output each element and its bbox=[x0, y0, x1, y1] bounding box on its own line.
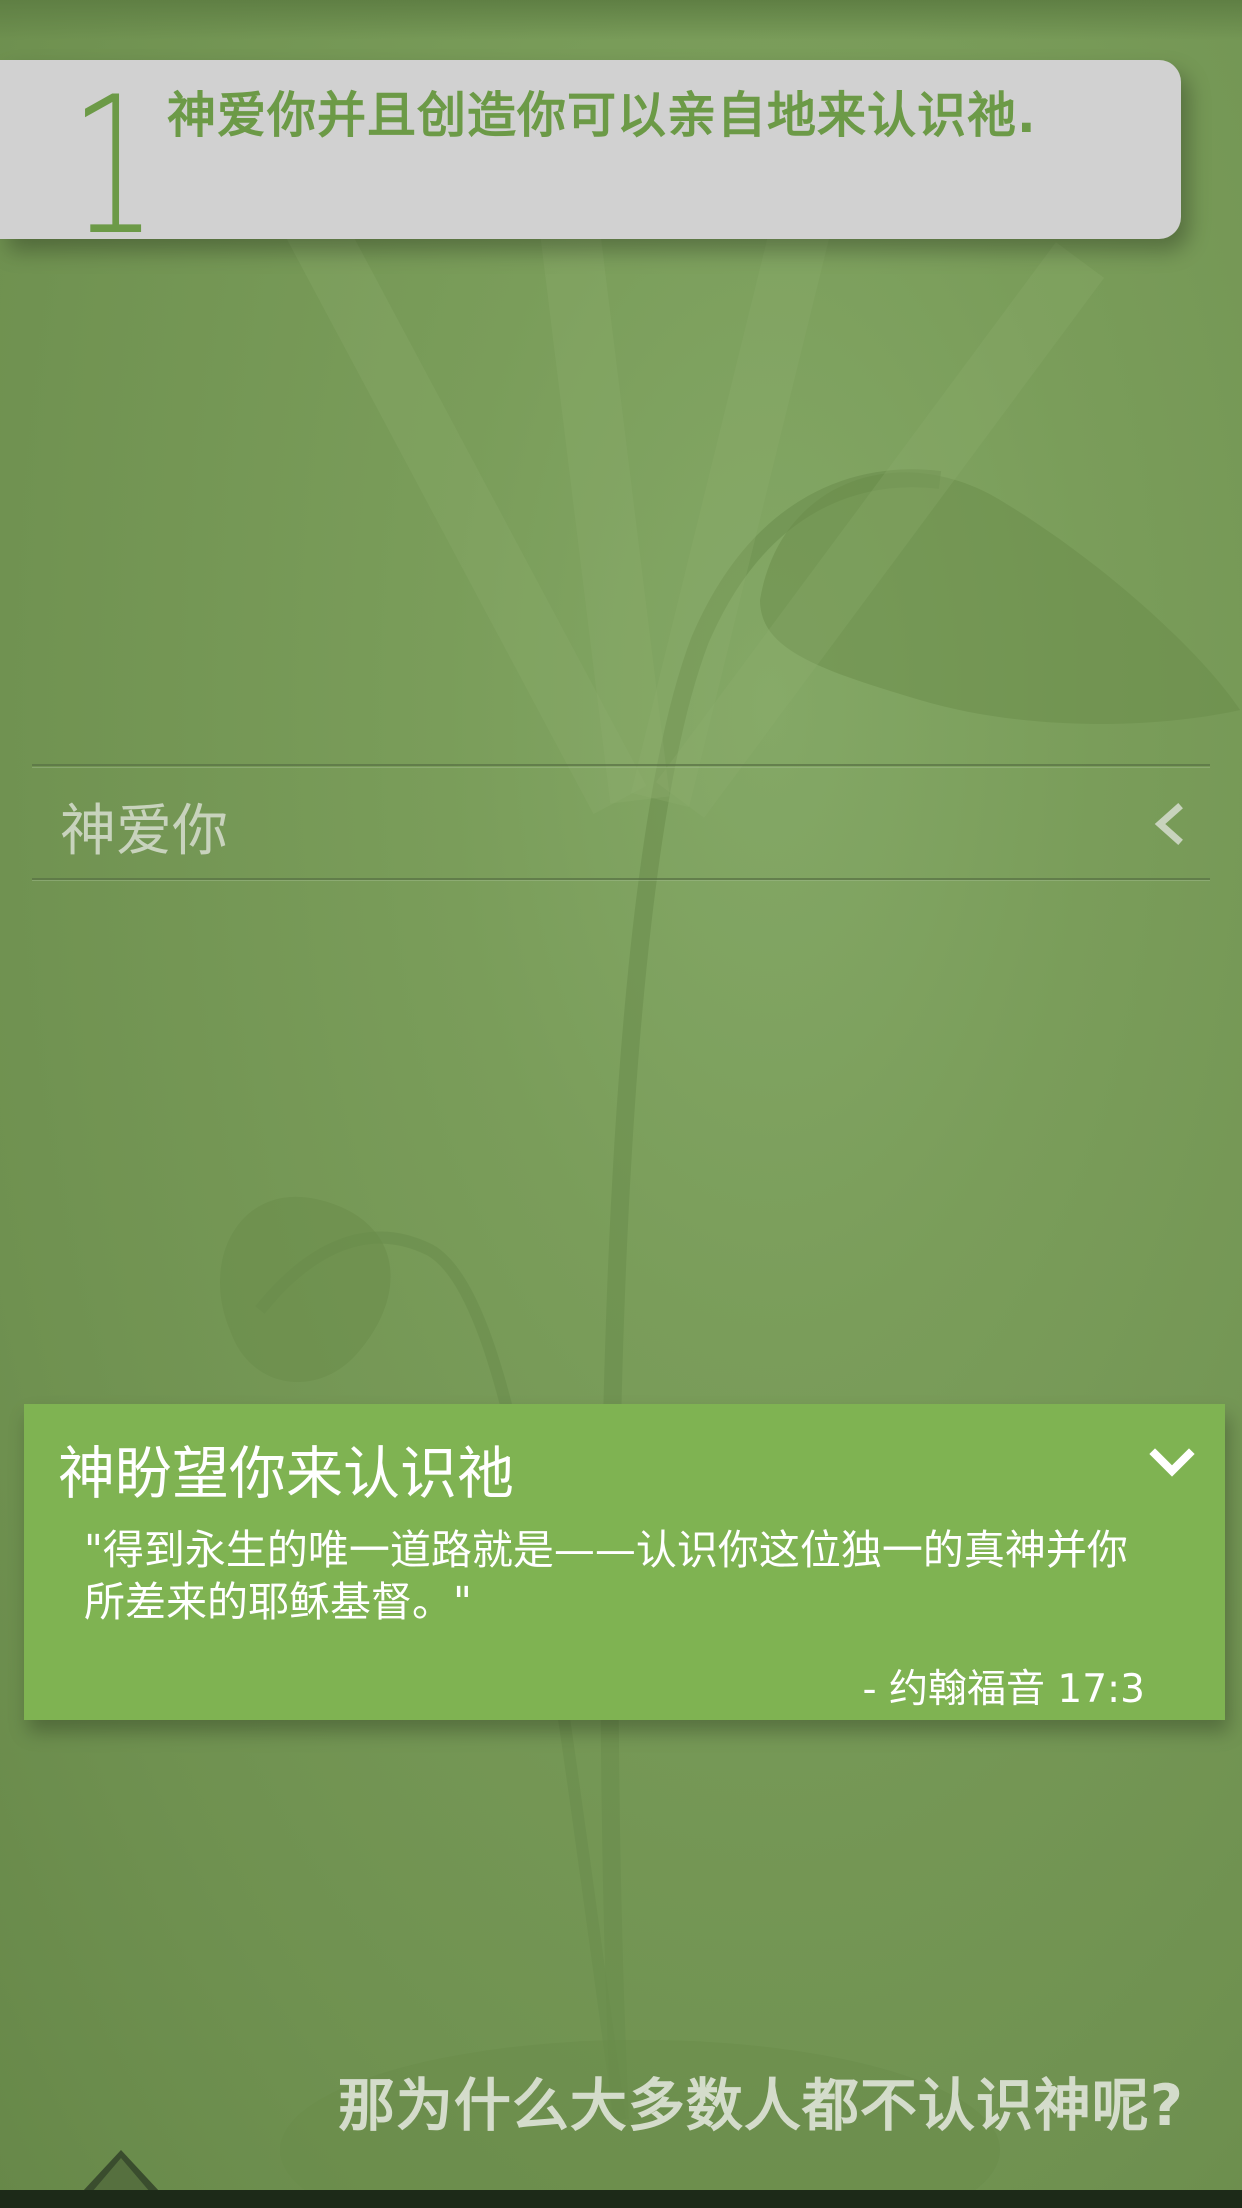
accordion-expanded-title: 神盼望你来认识祂 bbox=[58, 1441, 514, 1507]
step-header-card: 1 神爱你并且创造你可以亲自地来认识祂. bbox=[0, 60, 1181, 262]
bottom-bar bbox=[0, 2190, 1242, 2208]
step-number: 1 bbox=[70, 56, 158, 277]
bible-verse-reference: - 约翰福音 17:3 bbox=[862, 1667, 1145, 1712]
up-arrow-icon[interactable] bbox=[80, 2148, 162, 2192]
next-section-link[interactable]: 那为什么大多数人都不认识神呢? bbox=[338, 2060, 1184, 2142]
plant-background bbox=[220, 142, 1240, 2208]
step-title: 神爱你并且创造你可以亲自地来认识祂. bbox=[167, 87, 1037, 144]
accordion-item-god-loves-you[interactable]: 神爱你 bbox=[32, 764, 1210, 881]
accordion-item-expanded[interactable]: 神盼望你来认识祂 "得到永生的唯一道路就是——认识你这位独一的真神并你所差来的耶… bbox=[24, 1404, 1225, 1720]
chevron-down-icon[interactable] bbox=[1149, 1444, 1195, 1482]
accordion-item-label: 神爱你 bbox=[60, 799, 228, 864]
screen: 1 神爱你并且创造你可以亲自地来认识祂. 神爱你 神盼望你来认识祂 "得到永生的… bbox=[0, 0, 1242, 2208]
chevron-left-icon bbox=[1154, 803, 1183, 845]
bible-verse-text: "得到永生的唯一道路就是——认识你这位独一的真神并你所差来的耶稣基督。" bbox=[84, 1526, 1128, 1626]
